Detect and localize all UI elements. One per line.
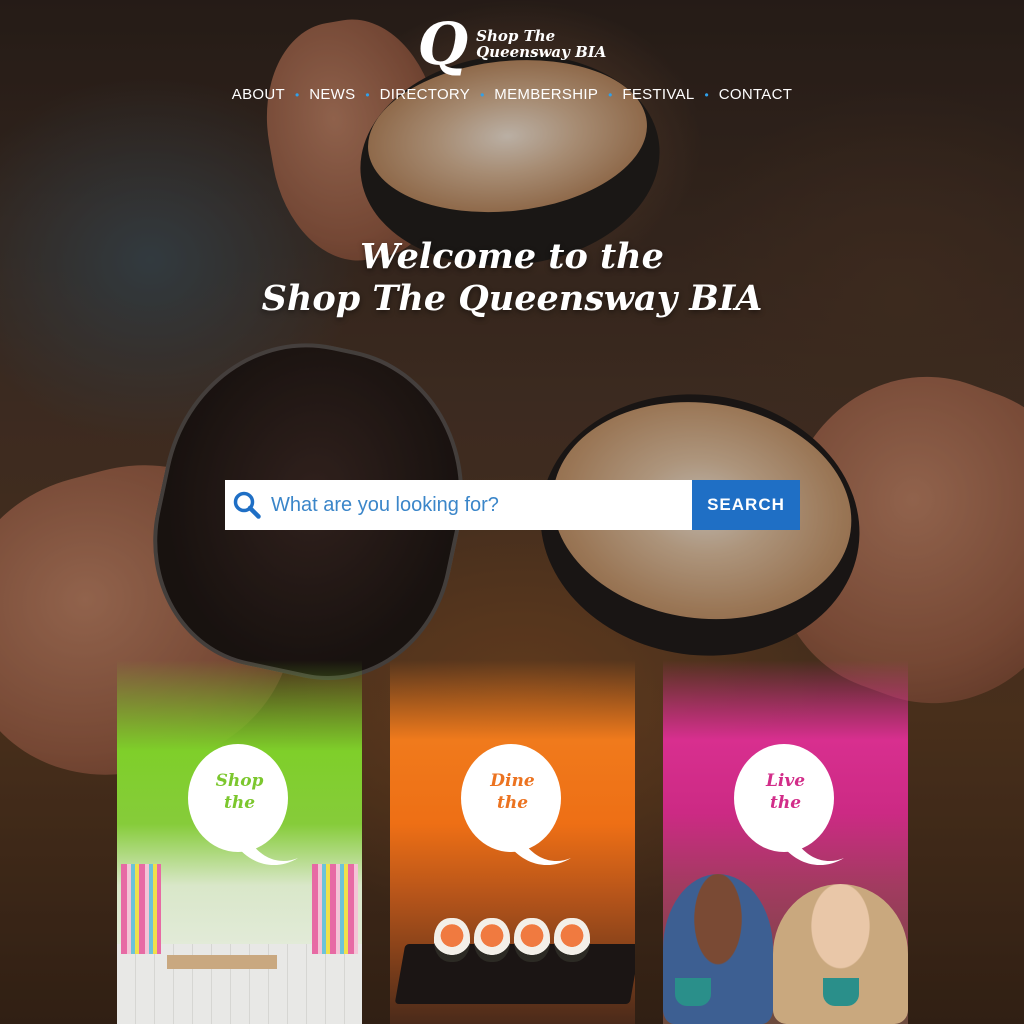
q-emblem: Live the: [726, 740, 846, 880]
logo-wordmark: Shop The Queensway BIA: [476, 28, 606, 60]
hero-title-line-1: Welcome to the: [360, 236, 664, 277]
logo-q-mark: Q: [417, 10, 469, 78]
hero-title-line-2: Shop The Queensway BIA: [261, 278, 763, 319]
nav-membership[interactable]: MEMBERSHIP: [484, 86, 608, 103]
search-bar: SEARCH: [225, 480, 800, 530]
tile-label: Live the: [765, 771, 806, 813]
search-icon: [225, 480, 269, 530]
tile-label: Shop the: [215, 771, 264, 813]
tile-dine-the-q[interactable]: Dine the: [390, 660, 635, 1024]
site-logo[interactable]: Q Shop The Queensway BIA: [418, 14, 607, 74]
site-header: Q Shop The Queensway BIA ABOUT • NEWS • …: [0, 14, 1024, 103]
nav-about[interactable]: ABOUT: [222, 86, 295, 103]
main-nav: ABOUT • NEWS • DIRECTORY • MEMBERSHIP • …: [222, 86, 802, 103]
nav-contact[interactable]: CONTACT: [709, 86, 802, 103]
nav-news[interactable]: NEWS: [299, 86, 365, 103]
nav-festival[interactable]: FESTIVAL: [612, 86, 704, 103]
q-emblem: Shop the: [180, 740, 300, 880]
search-button[interactable]: SEARCH: [692, 480, 800, 530]
q-emblem: Dine the: [453, 740, 573, 880]
tile-live-the-q[interactable]: Live the: [663, 660, 908, 1024]
search-input[interactable]: [269, 480, 692, 530]
hero-title: Welcome to the Shop The Queensway BIA: [0, 236, 1024, 320]
nav-directory[interactable]: DIRECTORY: [370, 86, 481, 103]
logo-line-2: Queensway BIA: [476, 43, 607, 61]
tile-label: Dine the: [490, 771, 535, 813]
tile-shop-the-q[interactable]: Shop the: [117, 660, 362, 1024]
